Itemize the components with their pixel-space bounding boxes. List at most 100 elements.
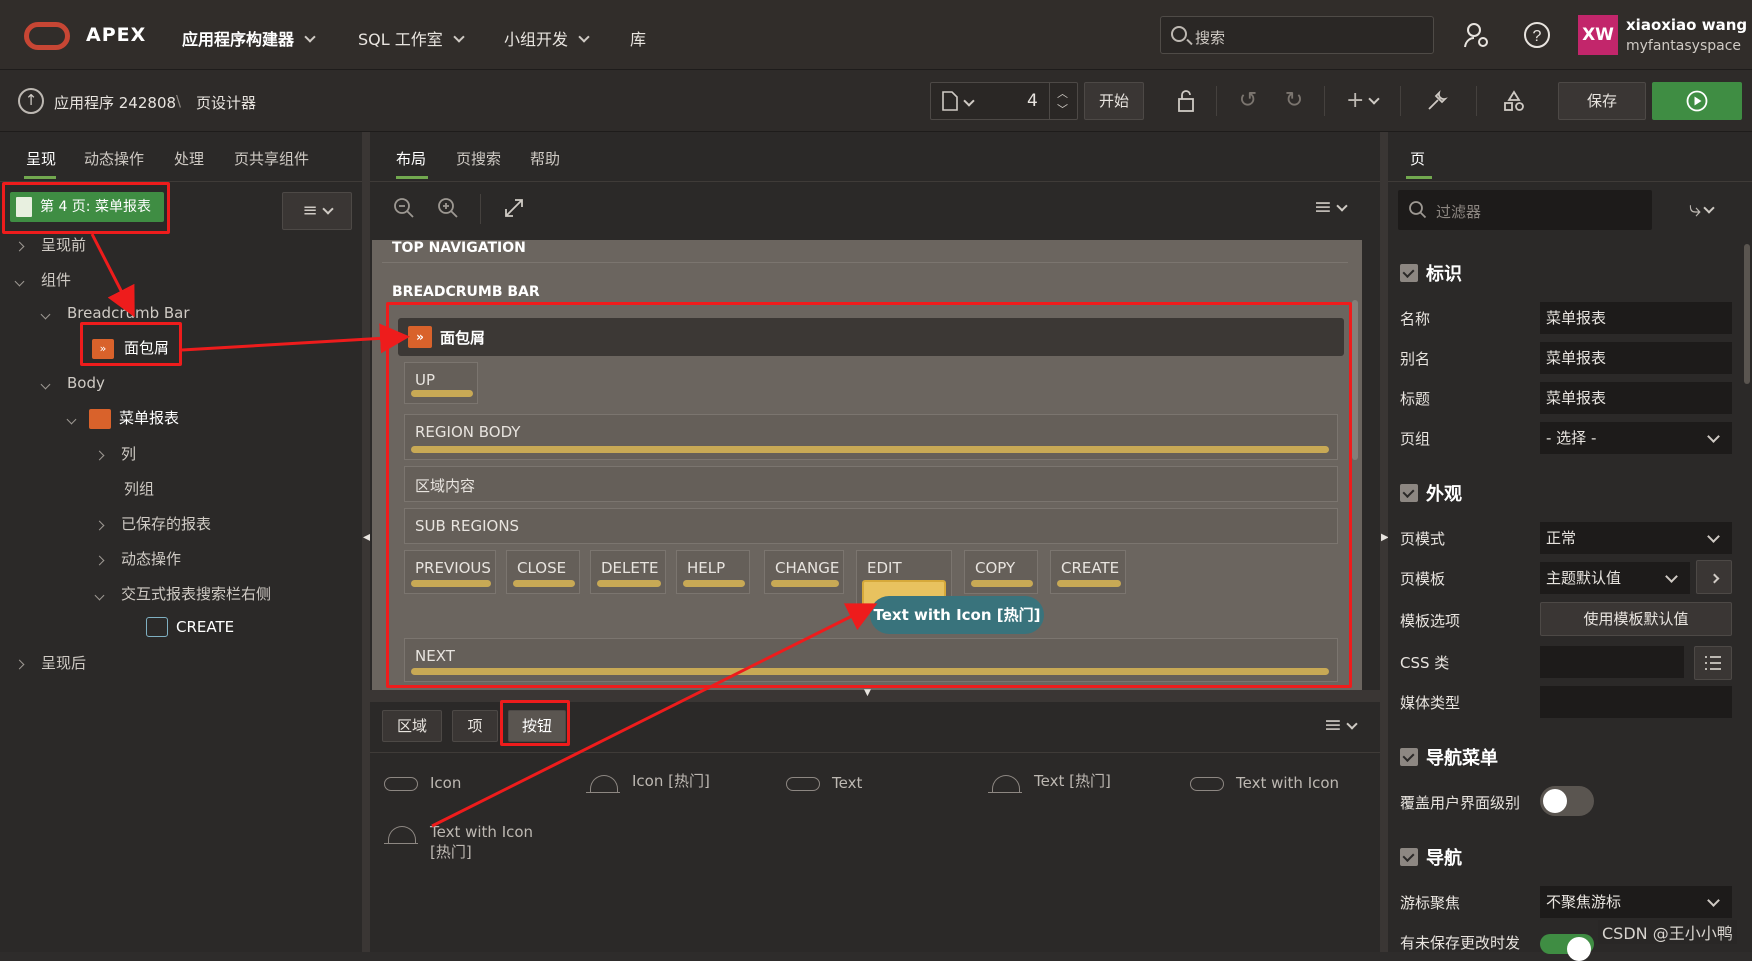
tree-node-breadcrumb-bar[interactable]: Breadcrumb Bar xyxy=(40,304,190,322)
override-ui-toggle[interactable] xyxy=(1540,786,1594,816)
go-button[interactable]: 开始 xyxy=(1084,82,1144,120)
stepper-up-icon[interactable]: ︿ xyxy=(1057,85,1068,101)
gallery-button-text[interactable]: Text xyxy=(786,774,862,792)
template-go-button[interactable] xyxy=(1696,560,1732,594)
zoom-out-icon[interactable] xyxy=(390,196,418,222)
tab-dynamic-actions[interactable]: 动态操作 xyxy=(84,148,144,169)
tree-node-components[interactable]: 组件 xyxy=(14,269,72,290)
template-options-button[interactable]: 使用模板默认值 xyxy=(1540,602,1732,636)
tree-node-ir-search-bar-right[interactable]: 交互式报表搜索栏右侧 xyxy=(94,583,271,604)
stepper-down-icon[interactable]: ﹀ xyxy=(1057,101,1068,117)
gallery-tab-regions[interactable]: 区域 xyxy=(382,710,442,742)
tab-rendering[interactable]: 呈现 xyxy=(26,148,56,169)
help-icon[interactable]: ? xyxy=(1522,20,1552,50)
tree-node-create-button[interactable]: CREATE xyxy=(146,617,234,637)
nav-app-builder[interactable]: 应用程序构建器 xyxy=(182,26,316,50)
tab-shared-components[interactable]: 页共享组件 xyxy=(234,148,309,169)
tab-help[interactable]: 帮助 xyxy=(530,148,560,169)
tree-node-columns[interactable]: 列 xyxy=(94,443,136,464)
nav-team-dev[interactable]: 小组开发 xyxy=(504,26,590,50)
prop-mode-select[interactable]: 正常 xyxy=(1540,522,1732,554)
nav-label: 小组开发 xyxy=(504,30,569,49)
prop-template-select[interactable]: 主题默认值 xyxy=(1540,562,1690,594)
brand-label[interactable]: APEX xyxy=(86,24,146,46)
divider xyxy=(370,752,1380,753)
tree-node-dynamic-actions[interactable]: 动态操作 xyxy=(94,548,181,569)
tree-node-saved-reports[interactable]: 已保存的报表 xyxy=(94,513,211,534)
tree-node-after-rendering[interactable]: 呈现后 xyxy=(14,652,86,673)
tree-node-menu-report[interactable]: 菜单报表 xyxy=(66,407,179,429)
section-appearance[interactable]: 外观 xyxy=(1400,480,1462,506)
arrow-up-icon[interactable]: ↑ xyxy=(18,88,44,114)
breadcrumb-app[interactable]: 应用程序 242808 xyxy=(54,92,176,113)
stepper-divider xyxy=(1049,83,1050,119)
prop-media-field[interactable] xyxy=(1540,686,1732,718)
breadcrumb-separator: \ xyxy=(176,92,182,110)
tree-menu-button[interactable]: ≡ xyxy=(282,192,352,230)
utilities-wrench-icon[interactable] xyxy=(1414,89,1460,115)
property-scrollbar[interactable] xyxy=(1744,244,1750,384)
expand-icon[interactable] xyxy=(500,196,528,222)
prop-override-label: 覆盖用户界面级别 xyxy=(1400,794,1521,812)
right-splitter[interactable]: ▶ xyxy=(1380,132,1389,952)
divider xyxy=(1388,181,1752,182)
toggle-knob xyxy=(1567,937,1591,961)
avatar[interactable]: XW xyxy=(1578,15,1618,55)
tree-node-column-groups[interactable]: 列组 xyxy=(124,478,154,499)
global-search-input[interactable]: 搜索 xyxy=(1160,16,1434,54)
divider xyxy=(1476,86,1477,116)
chevron-right-icon xyxy=(1709,573,1719,584)
lock-page-icon[interactable] xyxy=(1172,89,1200,115)
zoom-in-icon[interactable] xyxy=(434,196,462,222)
gallery-button-text-with-icon[interactable]: Text with Icon xyxy=(1190,774,1339,792)
chevron-down-icon xyxy=(94,590,105,601)
user-name[interactable]: xiaoxiao wang xyxy=(1626,16,1747,34)
prop-cursor-select[interactable]: 不聚焦游标 xyxy=(1540,886,1732,918)
admin-user-icon[interactable] xyxy=(1462,20,1492,50)
gallery-menu-icon[interactable]: ≡ xyxy=(1318,714,1362,740)
collapse-down-icon[interactable]: ▼ xyxy=(864,688,871,698)
section-identification[interactable]: 标识 xyxy=(1400,260,1462,286)
tab-processing[interactable]: 处理 xyxy=(174,148,204,169)
gallery-button-icon[interactable]: Icon xyxy=(384,774,461,792)
gallery-button-icon-hot[interactable]: Icon [热门] xyxy=(586,770,710,793)
redo-icon[interactable]: ↻ xyxy=(1280,89,1308,115)
section-title: 标识 xyxy=(1426,264,1462,285)
search-icon xyxy=(1171,26,1187,42)
prop-css-field[interactable] xyxy=(1540,646,1684,678)
section-navigation[interactable]: 导航 xyxy=(1400,844,1462,870)
create-menu-icon[interactable]: + xyxy=(1346,89,1390,115)
nav-sql-workshop[interactable]: SQL 工作室 xyxy=(358,26,465,50)
shared-components-icon[interactable] xyxy=(1500,89,1528,115)
run-button[interactable] xyxy=(1652,82,1742,120)
prop-title-field[interactable]: 菜单报表 xyxy=(1540,382,1732,414)
layout-menu-icon[interactable]: ≡ xyxy=(1308,196,1352,222)
css-list-button[interactable] xyxy=(1694,646,1732,680)
canvas-scrollbar[interactable] xyxy=(1352,300,1358,460)
tab-layout[interactable]: 布局 xyxy=(396,148,426,169)
gallery-button-text-hot[interactable]: Text [热门] xyxy=(988,770,1111,793)
prop-alias-field[interactable]: 菜单报表 xyxy=(1540,342,1732,374)
left-splitter[interactable]: ◀ xyxy=(362,132,371,952)
page-selector[interactable]: 4 ︿ ﹀ xyxy=(930,82,1078,120)
tab-page[interactable]: 页 xyxy=(1410,148,1425,169)
oracle-logo-icon[interactable] xyxy=(24,22,70,50)
property-filter-input[interactable]: 过滤器 xyxy=(1398,190,1652,230)
go-to-group-icon[interactable]: ⤷ xyxy=(1678,198,1724,224)
nav-gallery[interactable]: 库 xyxy=(630,26,646,50)
gallery-tab-items[interactable]: 项 xyxy=(452,710,498,742)
section-navigation-menu[interactable]: 导航菜单 xyxy=(1400,744,1498,770)
gallery-button-text-with-icon-hot[interactable]: Text with Icon [热门] xyxy=(384,822,554,862)
page-number-input[interactable]: 4 xyxy=(1027,91,1038,111)
prop-name-field[interactable]: 菜单报表 xyxy=(1540,302,1732,334)
active-tab-indicator xyxy=(1406,176,1432,179)
section-title: 外观 xyxy=(1426,484,1462,505)
save-button[interactable]: 保存 xyxy=(1558,82,1646,120)
tree-label: 组件 xyxy=(41,271,72,289)
tree-node-before-rendering[interactable]: 呈现前 xyxy=(14,234,86,255)
tree-node-body[interactable]: Body xyxy=(40,374,105,392)
undo-icon[interactable]: ↺ xyxy=(1234,89,1262,115)
prop-group-select[interactable]: - 选择 - xyxy=(1540,422,1732,454)
tab-page-search[interactable]: 页搜索 xyxy=(456,148,501,169)
unsaved-warning-toggle[interactable] xyxy=(1540,934,1594,961)
